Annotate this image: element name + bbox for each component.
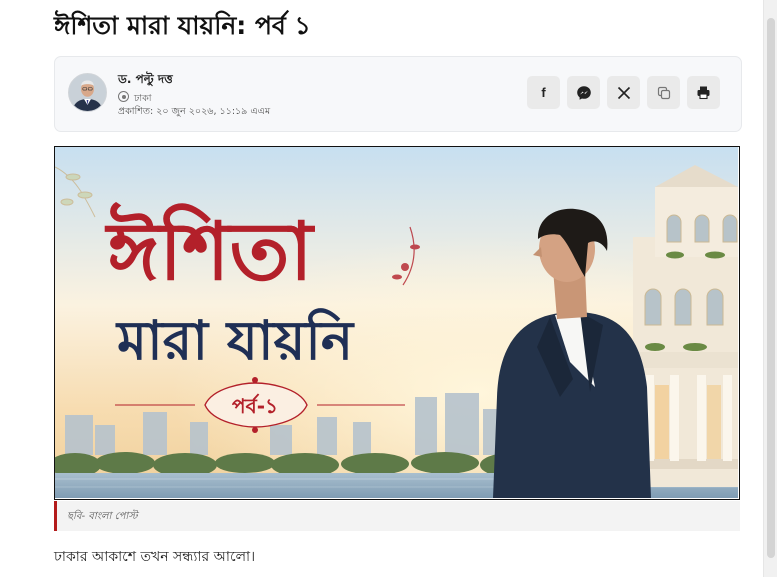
facebook-icon: f (541, 85, 546, 100)
image-caption-text: ছবি- বাংলা পোস্ট (67, 511, 138, 522)
messenger-icon (576, 85, 591, 100)
messenger-share-button[interactable] (567, 76, 600, 109)
copy-icon (657, 86, 670, 99)
facebook-share-button[interactable]: f (527, 76, 560, 109)
article-paragraph: ঢাকার আকাশে তখন সন্ধ্যার আলো। (54, 549, 256, 565)
byline-card: ড. পল্টু দত্ত ঢাকা প্রকাশিত: ২০ জুন ২০২৬… (54, 56, 742, 132)
article-title: ঈশিতা মারা যায়নি: পর্ব ১ (54, 11, 311, 40)
scrollbar-thumb[interactable] (767, 18, 775, 558)
published-date: প্রকাশিত: ২০ জুন ২০২৬, ১১:১৯ এএম (118, 106, 271, 117)
location-pin-icon (118, 91, 129, 102)
copy-link-button[interactable] (647, 76, 680, 109)
hero-headline-line2: মারা যায়নি (115, 308, 355, 372)
author-name[interactable]: ড. পল্টু দত্ত (118, 71, 173, 91)
page-scrollbar[interactable] (763, 0, 777, 577)
print-button[interactable] (687, 76, 720, 109)
location-label: ঢাকা (134, 93, 152, 104)
author-avatar[interactable] (68, 73, 107, 112)
episode-badge-label: পর্ব-১ (232, 393, 278, 418)
hero-headline-line1: ঈশিতা (104, 202, 315, 298)
x-icon (617, 86, 630, 99)
print-icon (697, 86, 710, 100)
x-share-button[interactable] (607, 76, 640, 109)
hero-image[interactable]: ঈশিতা মারা যায়নি পর্ব-১ (54, 146, 740, 500)
image-caption: ছবি- বাংলা পোস্ট (54, 501, 740, 531)
